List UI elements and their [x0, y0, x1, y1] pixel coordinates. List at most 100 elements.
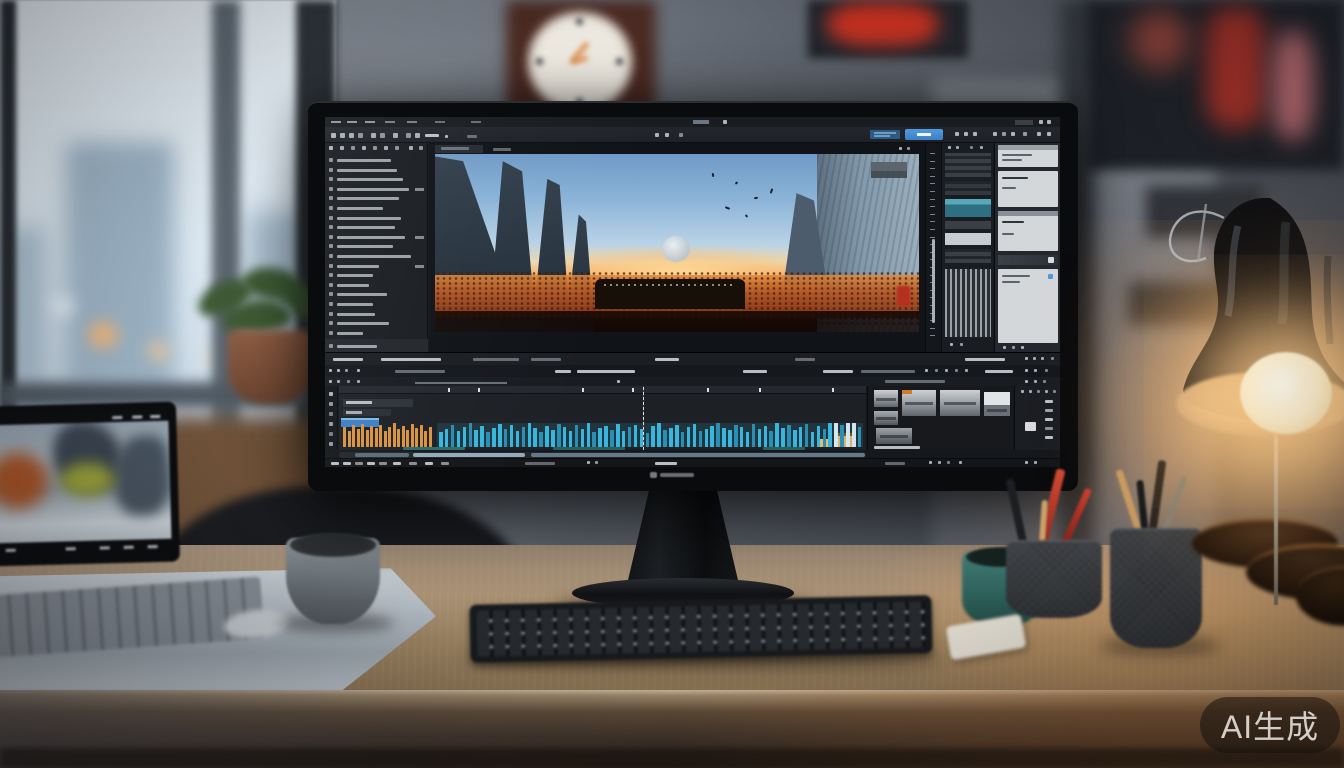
- audio-waveform: [341, 423, 865, 447]
- laptop-player-bar: [0, 539, 172, 560]
- waveform-bar: [411, 424, 414, 447]
- project-row: [325, 193, 428, 202]
- waveform-bar: [429, 427, 432, 447]
- project-row: [325, 299, 428, 308]
- clip-block: [945, 249, 991, 263]
- waveform-bar: [551, 430, 555, 447]
- waveform-bar: [592, 432, 596, 447]
- status-label: [525, 462, 555, 465]
- browser-label: [874, 446, 920, 449]
- project-item-label: [337, 236, 405, 239]
- titlebar-project-name: [693, 120, 709, 124]
- player-control-icon: [66, 547, 76, 550]
- ruler-marker: [707, 388, 709, 392]
- waveform-bar: [604, 426, 608, 447]
- bird-silhouette: [712, 172, 715, 176]
- status-label: [885, 462, 905, 465]
- selected-range-underline: [415, 382, 507, 384]
- waveform-bar: [420, 425, 423, 447]
- waveform-bar: [402, 426, 405, 447]
- ruler-marker: [632, 388, 634, 392]
- waveform-bar: [528, 423, 532, 447]
- toolbar-label: [467, 135, 477, 138]
- app-titlebar: [325, 117, 1060, 127]
- timeline-tool-column: [325, 386, 338, 450]
- project-row: [325, 174, 428, 183]
- poster-artwork: [828, 2, 938, 46]
- clip-name-label: [823, 370, 853, 373]
- project-item-icon: [329, 235, 333, 239]
- project-item-icon: [329, 283, 333, 287]
- project-item-icon: [329, 254, 333, 258]
- project-row: [325, 155, 428, 164]
- mug-opening: [290, 533, 376, 557]
- waveform-bar: [805, 424, 809, 447]
- keyboard: [469, 595, 932, 663]
- project-row: [325, 251, 428, 260]
- project-row: [325, 328, 428, 337]
- clock-numeral: [576, 18, 583, 25]
- slider-row: [998, 255, 1058, 265]
- poster-artwork: [1272, 30, 1314, 140]
- desk-bottom-shadow: [0, 748, 1344, 768]
- ruler-tick: [930, 161, 935, 162]
- project-item-label: [337, 255, 411, 258]
- waveform-bar: [445, 429, 449, 447]
- project-item-icon: [329, 225, 333, 229]
- lamp-bulb: [1240, 352, 1332, 434]
- waveform-bar: [781, 428, 785, 447]
- player-control-icon: [148, 545, 158, 548]
- timeline-tabbar: [325, 352, 1060, 365]
- waveform-bar: [610, 430, 614, 447]
- waveform-bar: [581, 429, 585, 447]
- ruler-marker: [832, 388, 834, 392]
- waveform-bar: [823, 429, 827, 447]
- subbar-marker: [617, 380, 620, 383]
- waveform-bar: [469, 423, 473, 447]
- waveform-bar: [393, 423, 396, 447]
- preview-tab-label: [441, 147, 469, 150]
- export-button: [905, 129, 943, 140]
- ruler-tick: [930, 237, 935, 238]
- clip-name-label: [395, 370, 445, 373]
- app-toolbar: [325, 127, 1060, 143]
- project-item-label: [337, 313, 375, 316]
- preview-tab-label: [493, 148, 511, 151]
- right-column-buttons: [1045, 400, 1053, 403]
- panel-footer: [325, 339, 428, 352]
- audio-sub-segment: [553, 447, 625, 450]
- ruler-tick: [930, 214, 935, 215]
- audio-sub-segment: [763, 447, 805, 450]
- project-row: [325, 203, 428, 212]
- status-label: [655, 462, 677, 465]
- waveform-bar: [343, 427, 346, 447]
- project-item-label: [337, 322, 389, 325]
- waveform-bar: [669, 428, 673, 447]
- timeline-status-bar: [325, 458, 1060, 467]
- monitor-brand-logo: [650, 470, 700, 480]
- project-row: [325, 261, 428, 270]
- status-icons-right: [929, 461, 932, 464]
- media-thumbnail: [984, 392, 1010, 416]
- ruler-tick: [930, 328, 935, 329]
- timeline-tab: [531, 358, 561, 361]
- timeline-tab: [965, 358, 1005, 361]
- window-controls: [1015, 120, 1033, 125]
- waveform-bar: [616, 424, 620, 447]
- project-item-list: [325, 155, 428, 339]
- project-item-icon: [329, 312, 333, 316]
- project-item-icon: [329, 302, 333, 306]
- ruler-marker: [448, 388, 450, 392]
- laptop-titlebar-icons: [132, 415, 142, 418]
- waveform-bar: [675, 425, 679, 447]
- waveform-bar: [752, 424, 756, 447]
- laptop-mountain: [113, 435, 171, 516]
- blue-indicator-icon: [1048, 274, 1053, 279]
- laptop-screen: [0, 402, 180, 567]
- player-control-icon: [124, 546, 134, 549]
- waveform-bar: [840, 425, 844, 447]
- waveform-bar: [457, 431, 461, 447]
- waveform-bar: [716, 423, 720, 447]
- timeline-right-column: [1014, 386, 1060, 450]
- project-item-icon: [329, 177, 333, 181]
